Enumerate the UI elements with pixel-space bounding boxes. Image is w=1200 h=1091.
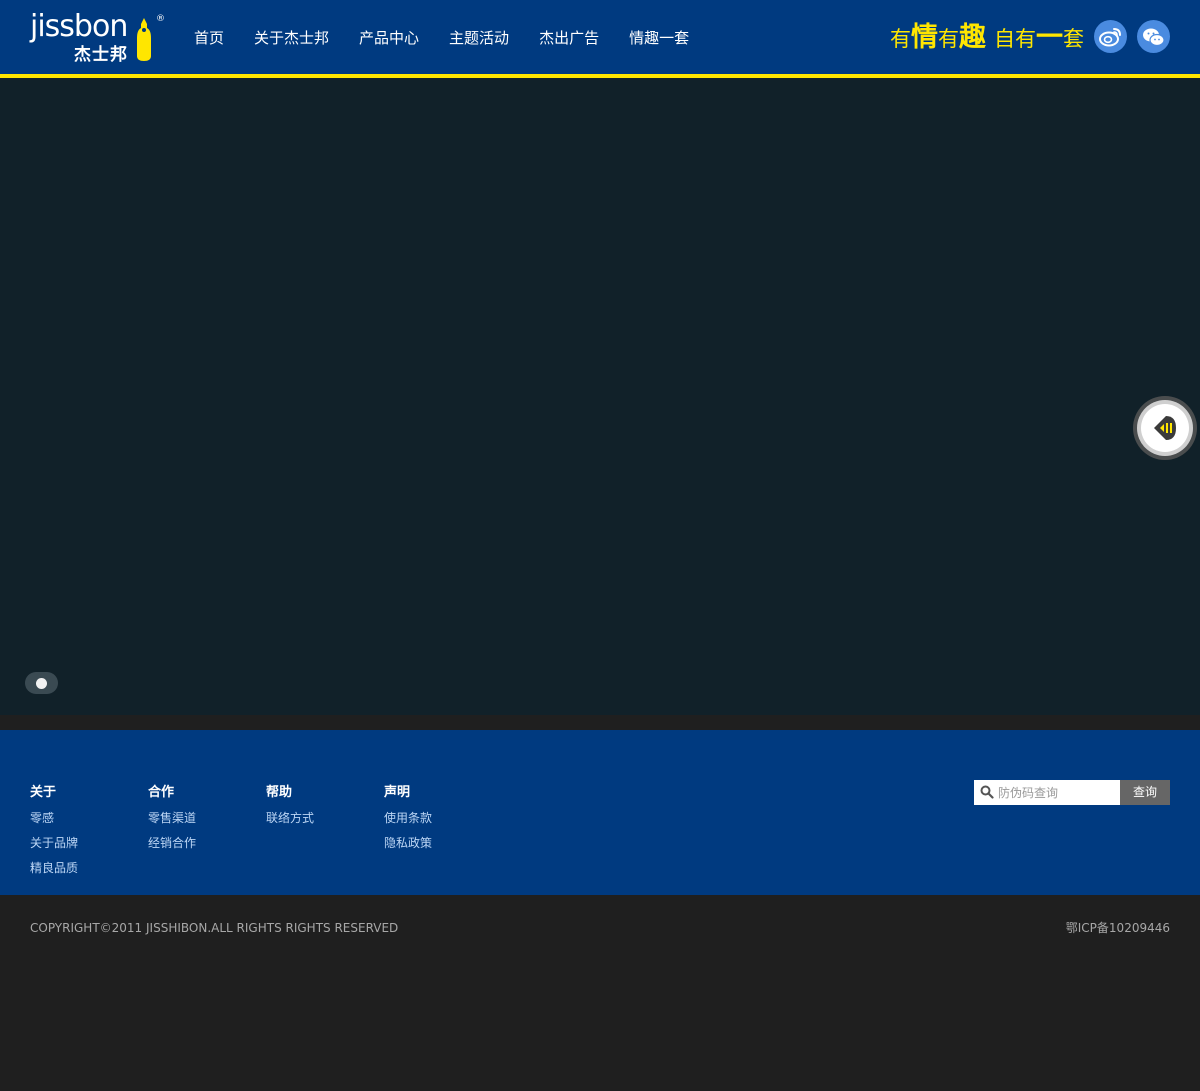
slogan-part: 一 [1036,22,1063,53]
footer-column-title: 声明 [384,785,411,800]
slogan-part: 自有 [994,27,1036,51]
slogan-part: 情 [911,22,938,53]
footer-column-title: 帮助 [266,785,293,800]
footer-column-title: 关于 [30,785,57,800]
search-button[interactable]: 查询 [1120,780,1170,805]
mascot-icon [137,18,151,61]
hero-banner [0,78,1200,715]
logo-wordmark: jissbon [30,9,128,44]
footer-link[interactable]: 使用条款 [384,809,432,827]
nav-events[interactable]: 主题活动 [449,26,509,50]
copyright-text: COPYRIGHT©2011 JISSHIBON.ALL RIGHTS RIGH… [30,921,399,935]
footer-link[interactable]: 零售渠道 [148,809,196,827]
nav-about[interactable]: 关于杰士邦 [254,26,329,50]
slogan-part: 有 [938,27,959,51]
search-input[interactable] [998,780,1118,805]
brand-slogan: 有 情 有 趣 自有 一 套 [890,18,1084,54]
music-play-button[interactable] [1132,395,1198,461]
nav-products[interactable]: 产品中心 [359,26,419,50]
registered-mark: ® [156,14,165,24]
icp-license[interactable]: 鄂ICP备10209446 [1066,920,1170,936]
separator-strip [0,715,1200,730]
footer-column-title: 合作 [148,785,175,800]
footer-column-statement: 声明 使用条款 隐私政策 [384,784,432,859]
footer-link[interactable]: 精良品质 [30,859,78,877]
slogan-part: 套 [1063,27,1084,51]
nav-fun[interactable]: 情趣一套 [629,26,689,50]
footer-link[interactable]: 联络方式 [266,809,314,827]
slogan-part: 趣 [959,22,986,53]
wechat-icon[interactable] [1137,20,1170,53]
nav-home[interactable]: 首页 [194,26,224,50]
search-field-wrapper [974,780,1120,805]
banner-pager[interactable] [25,672,58,694]
footer-link[interactable]: 隐私政策 [384,834,432,852]
slogan-part: 有 [890,27,911,51]
anti-counterfeit-search: 查询 [974,780,1170,805]
weibo-icon[interactable] [1094,20,1127,53]
footer-link[interactable]: 关于品牌 [30,834,78,852]
site-header: jissbon 杰士邦 ® 首页 关于杰士邦 产品中心 主题活动 杰出广告 情趣… [0,0,1200,74]
footer-column-about: 关于 零感 关于品牌 精良品质 [30,784,78,884]
pager-dot-active[interactable] [36,678,47,689]
footer-link[interactable]: 零感 [30,809,78,827]
site-footer: 关于 零感 关于品牌 精良品质 合作 零售渠道 经销合作 帮助 联络方式 声明 … [0,730,1200,895]
footer-link[interactable]: 经销合作 [148,834,196,852]
brand-logo[interactable]: jissbon 杰士邦 ® [30,9,170,66]
nav-ads[interactable]: 杰出广告 [539,26,599,50]
footer-column-cooperation: 合作 零售渠道 经销合作 [148,784,196,859]
footer-column-help: 帮助 联络方式 [266,784,314,834]
main-nav: 首页 关于杰士邦 产品中心 主题活动 杰出广告 情趣一套 [194,26,719,50]
logo-chinese-name: 杰士邦 [74,45,128,65]
search-icon [980,785,994,799]
